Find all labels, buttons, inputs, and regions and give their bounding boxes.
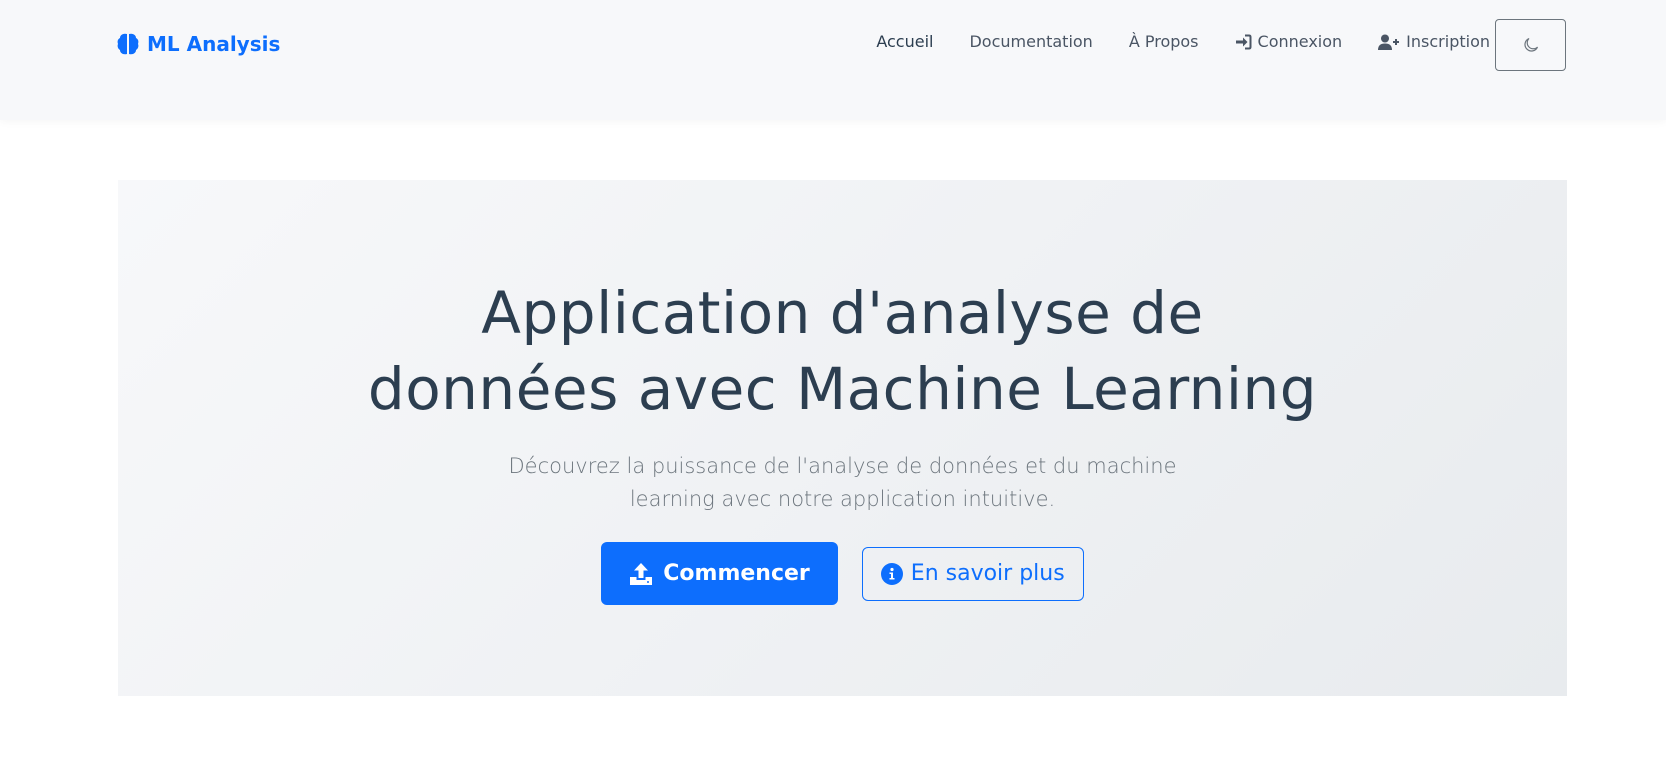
hero-title: Application d'analyse de données avec Ma…	[118, 275, 1567, 427]
brain-icon	[117, 32, 139, 56]
nav-link-label: Inscription	[1406, 32, 1490, 51]
nav-link-label: Accueil	[876, 32, 934, 51]
nav-link-label: À Propos	[1128, 32, 1199, 51]
start-button-label: Commencer	[663, 561, 810, 586]
brand-link[interactable]: ML Analysis	[117, 32, 280, 56]
info-circle-icon	[880, 562, 903, 585]
brand-name: ML Analysis	[147, 32, 281, 56]
nav-link-a-propos[interactable]: À Propos	[1129, 32, 1199, 51]
sign-in-icon	[1235, 34, 1252, 50]
nav-menu: Accueil Documentation À Propos Connexion	[840, 32, 1490, 51]
nav-link-label: Documentation	[969, 32, 1093, 51]
learn-more-button[interactable]: En savoir plus	[861, 546, 1084, 601]
moon-icon	[1523, 37, 1539, 53]
learn-more-button-label: En savoir plus	[910, 561, 1065, 586]
hero-section: Application d'analyse de données avec Ma…	[118, 180, 1567, 696]
theme-toggle-button[interactable]	[1495, 19, 1566, 71]
start-button[interactable]: Commencer	[601, 542, 838, 605]
navbar: ML Analysis Accueil Documentation À Prop…	[0, 0, 1666, 120]
upload-icon	[629, 562, 653, 586]
hero-actions: Commencer En savoir plus	[118, 542, 1567, 605]
nav-link-label: Connexion	[1257, 32, 1343, 51]
nav-link-documentation[interactable]: Documentation	[969, 32, 1092, 51]
hero-subtitle: Découvrez la puissance de l'analyse de d…	[508, 454, 1177, 511]
nav-link-connexion[interactable]: Connexion	[1235, 32, 1343, 51]
hero-title-line: Application d'analyse de	[481, 279, 1204, 347]
nav-link-accueil[interactable]: Accueil	[876, 32, 933, 51]
user-plus-icon	[1378, 34, 1400, 50]
hero-title-line: données avec Machine Learning	[367, 355, 1318, 423]
nav-link-inscription[interactable]: Inscription	[1378, 32, 1490, 51]
